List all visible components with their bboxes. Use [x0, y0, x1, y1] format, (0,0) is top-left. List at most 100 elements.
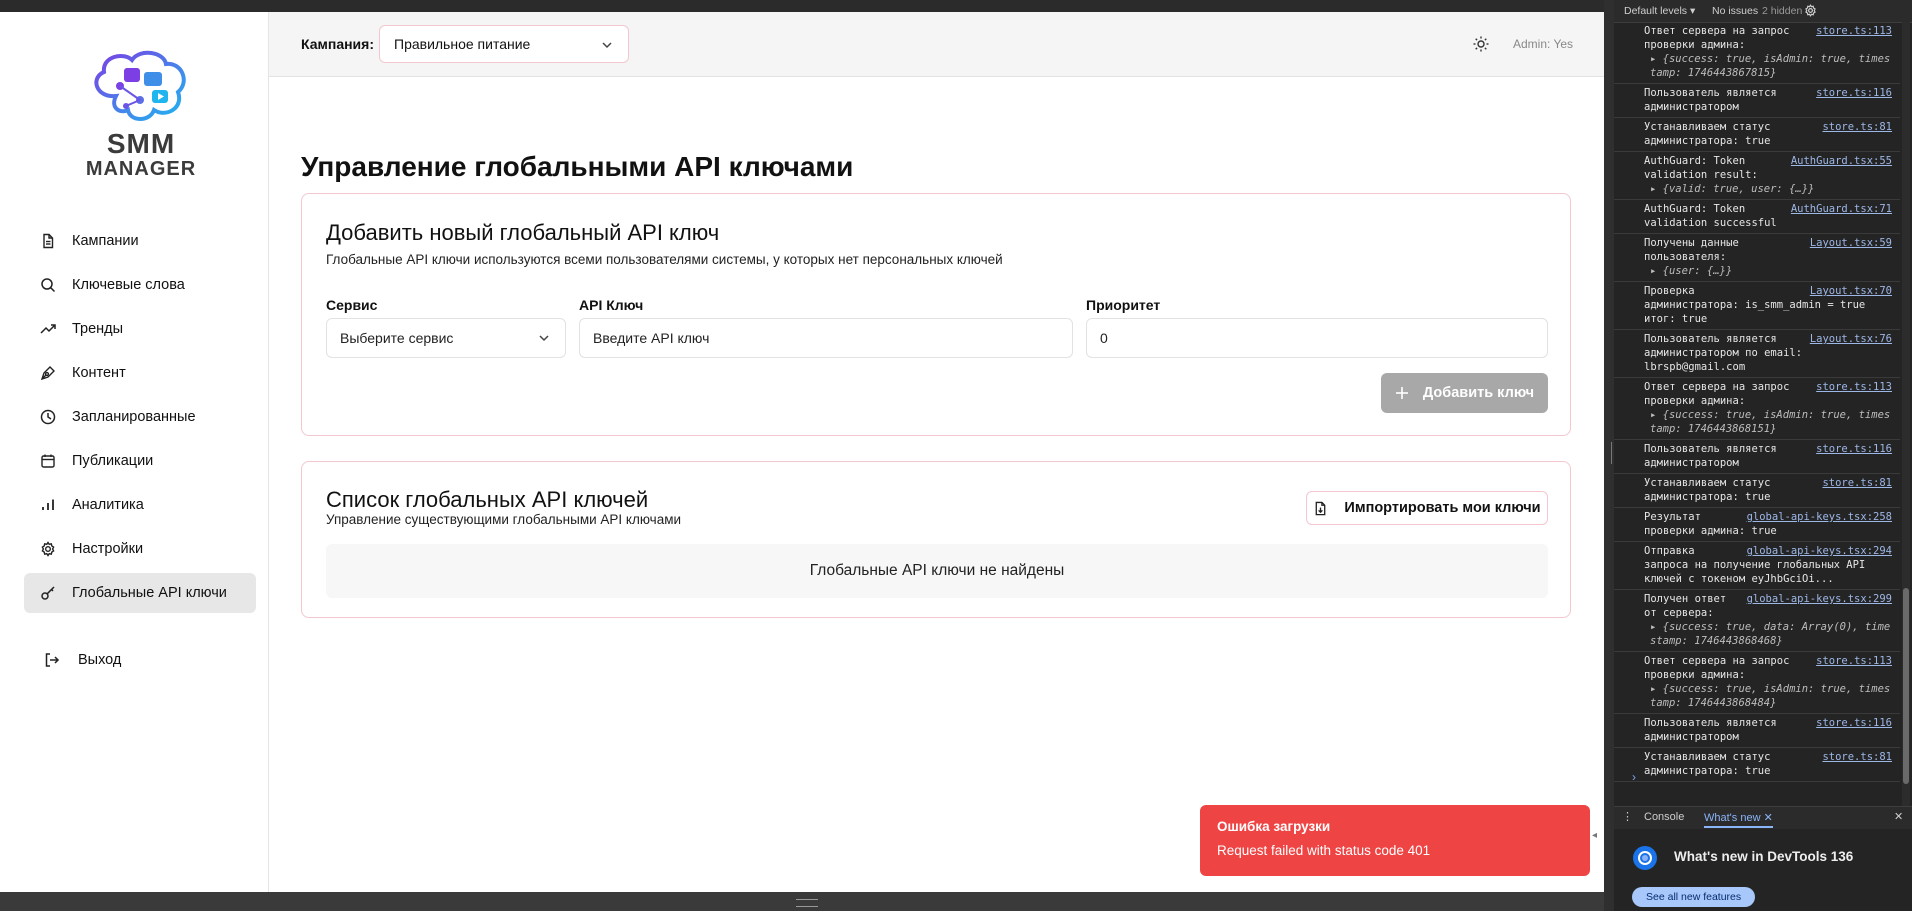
console-source-link[interactable]: Layout.tsx:76 [1805, 332, 1892, 346]
console-source-link[interactable]: store.ts:113 [1812, 654, 1892, 668]
add-key-button[interactable]: Добавить ключ [1381, 373, 1548, 413]
sidebar-item-publications[interactable]: Публикации [24, 441, 256, 481]
import-keys-button[interactable]: Импортировать мои ключи [1306, 491, 1548, 525]
console-object-preview[interactable]: ▸ {success: true, isAdmin: true, timesta… [1644, 408, 1892, 436]
see-all-features-button[interactable]: See all new features [1632, 887, 1756, 907]
sidebar-item-keywords[interactable]: Ключевые слова [24, 265, 256, 305]
console-source-link[interactable]: AuthGuard.tsx:71 [1786, 202, 1892, 216]
add-key-title: Добавить новый глобальный API ключ [326, 220, 720, 245]
sidebar-item-analytics[interactable]: Аналитика [24, 485, 256, 525]
main-content: Управление глобальными API ключами Добав… [269, 77, 1604, 892]
priority-input[interactable]: 0 [1086, 318, 1548, 358]
search-icon [41, 278, 56, 293]
logout-icon [45, 653, 60, 667]
service-label: Сервис [326, 297, 378, 313]
top-bar: Кампания: Правильное питание Admin: Yes [269, 12, 1604, 77]
api-key-input[interactable]: Введите API ключ [579, 318, 1073, 358]
keys-list-title: Список глобальных API ключей [326, 487, 649, 512]
console-source-link[interactable]: store.ts:116 [1812, 86, 1892, 100]
keys-list-description: Управление существующими глобальными API… [326, 512, 682, 527]
scrollbar-thumb[interactable] [1903, 588, 1909, 784]
app-logo[interactable]: SMM MANAGER [80, 48, 202, 180]
console-object-preview[interactable]: ▸ {success: true, data: Array(0), timest… [1644, 620, 1892, 648]
file-import-icon [1316, 501, 1326, 515]
issues-counter[interactable]: No issues [1712, 5, 1758, 17]
service-select[interactable]: Выберите сервис [326, 318, 566, 358]
console-source-link[interactable]: global-api-keys.tsx:294 [1742, 544, 1892, 558]
add-key-description: Глобальные API ключи используются всеми … [326, 252, 1003, 267]
sidebar-item-scheduled[interactable]: Запланированные [24, 397, 256, 437]
sidebar-item-content[interactable]: Контент [24, 353, 256, 393]
sidebar-item-campaigns[interactable]: Кампании [24, 221, 256, 261]
console-entry: store.ts:81 Устанавливаем статус админист… [1614, 118, 1900, 152]
priority-value: 0 [1100, 330, 1108, 346]
tab-console[interactable]: Console [1644, 811, 1684, 823]
console-entry: store.ts:113 Ответ сервера на запрос пров… [1614, 652, 1900, 714]
close-icon[interactable]: ✕ [1894, 810, 1903, 823]
sun-icon[interactable] [1473, 36, 1489, 52]
console-object-preview[interactable]: ▸ {success: true, isAdmin: true, timesta… [1644, 682, 1892, 710]
console-source-link[interactable]: store.ts:113 [1812, 24, 1892, 38]
console-source-link[interactable]: store.ts:81 [1818, 750, 1892, 764]
sidebar-item-settings[interactable]: Настройки [24, 529, 256, 569]
sidebar-item-label: Контент [72, 365, 126, 381]
brain-logo-icon [94, 50, 186, 121]
api-key-label: API Ключ [579, 297, 644, 313]
console-source-link[interactable]: global-api-keys.tsx:258 [1742, 510, 1892, 524]
import-keys-label: Импортировать мои ключи [1344, 500, 1541, 516]
console-scrollbar[interactable] [1902, 22, 1910, 806]
sidebar-item-label: Аналитика [72, 497, 144, 513]
console-source-link[interactable]: store.ts:81 [1818, 120, 1892, 134]
console-object-preview[interactable]: ▸ {success: true, isAdmin: true, timesta… [1644, 52, 1892, 80]
empty-state: Глобальные API ключи не найдены [326, 544, 1548, 598]
whats-new-title: What's new in DevTools 136 [1674, 849, 1854, 864]
console-entry: AuthGuard.tsx:55 AuthGuard: Token validat… [1614, 152, 1900, 200]
sidebar-item-label: Глобальные API ключи [72, 585, 227, 601]
campaign-label: Кампания: [301, 36, 374, 52]
error-toast[interactable]: Ошибка загрузки Request failed with stat… [1200, 805, 1590, 876]
browser-viewport: SMM MANAGER Кампании Ключевые слова Трен… [0, 12, 1604, 892]
console-entry: Layout.tsx:76 Пользователь является админ… [1614, 330, 1900, 378]
chevron-down-icon [539, 335, 549, 342]
page-title: Управление глобальными API ключами [301, 151, 854, 182]
console-entry: global-api-keys.tsx:299 Получен ответ от … [1614, 590, 1900, 652]
console-entry: global-api-keys.tsx:258 Результат проверк… [1614, 508, 1900, 542]
sidebar-item-label: Тренды [72, 321, 124, 337]
document-icon [43, 233, 54, 249]
console-entry: Layout.tsx:70 Проверка администратора: is… [1614, 282, 1900, 330]
console-source-link[interactable]: store.ts:81 [1818, 476, 1892, 490]
tab-whats-new[interactable]: What's new ✕ [1704, 811, 1773, 828]
toast-message: Request failed with status code 401 [1217, 843, 1431, 858]
chrome-devtools-icon [1633, 846, 1657, 870]
keys-list-card: Список глобальных API ключей Управление … [301, 461, 1571, 618]
api-key-placeholder: Введите API ключ [593, 330, 710, 346]
add-key-card: Добавить новый глобальный API ключ Глоба… [301, 193, 1571, 436]
chevron-down-icon [602, 42, 612, 49]
drawer-resize-handle[interactable] [796, 899, 818, 907]
sidebar-item-label: Настройки [72, 541, 144, 557]
console-prompt-icon[interactable]: › [1632, 770, 1636, 784]
campaign-select[interactable]: Правильное питание [379, 25, 629, 63]
gear-icon[interactable] [1804, 4, 1817, 17]
console-source-link[interactable]: store.ts:116 [1812, 716, 1892, 730]
sidebar-item-trends[interactable]: Тренды [24, 309, 256, 349]
sidebar-item-global-api-keys[interactable]: Глобальные API ключи [24, 573, 256, 613]
caret-left-icon[interactable]: ◂ [1592, 830, 1597, 841]
console-source-link[interactable]: Layout.tsx:70 [1805, 284, 1892, 298]
log-levels-dropdown[interactable]: Default levels ▾ [1624, 5, 1695, 17]
console-source-link[interactable]: store.ts:116 [1812, 442, 1892, 456]
devtools-console-toolbar: Default levels ▾ No issues 2 hidden [1614, 0, 1912, 23]
add-key-button-label: Добавить ключ [1422, 385, 1535, 401]
console-source-link[interactable]: global-api-keys.tsx:299 [1742, 592, 1892, 606]
console-entry: store.ts:113 Ответ сервера на запрос пров… [1614, 22, 1900, 84]
whats-new-panel: What's new in DevTools 136 See all new f… [1614, 829, 1912, 911]
logout-button[interactable]: Выход [44, 652, 121, 668]
hidden-counter: 2 hidden [1762, 5, 1803, 17]
console-source-link[interactable]: AuthGuard.tsx:55 [1786, 154, 1892, 168]
console-object-preview[interactable]: ▸ {user: {…}} [1644, 264, 1892, 278]
console-source-link[interactable]: Layout.tsx:59 [1805, 236, 1892, 250]
console-object-preview[interactable]: ▸ {valid: true, user: {…}} [1644, 182, 1892, 196]
logout-label: Выход [78, 652, 122, 668]
console-source-link[interactable]: store.ts:113 [1812, 380, 1892, 394]
kebab-menu-icon[interactable]: ⋮ [1622, 810, 1633, 823]
